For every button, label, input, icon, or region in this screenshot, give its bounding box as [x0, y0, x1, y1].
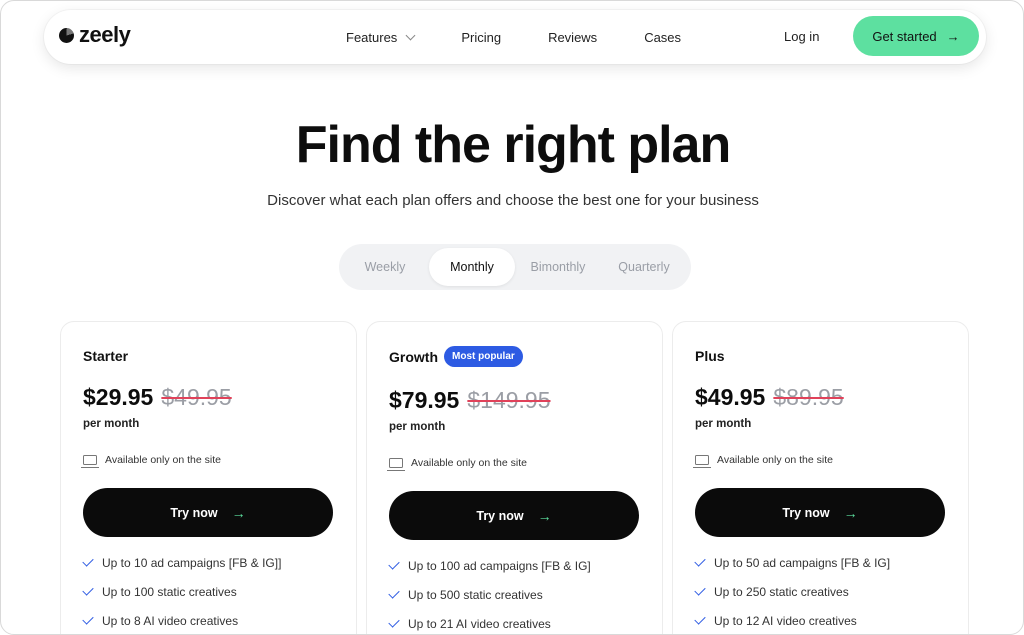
get-started-button[interactable]: Get started →: [853, 16, 979, 56]
try-now-label: Try now: [782, 505, 830, 520]
billing-period: per month: [389, 421, 446, 433]
feature-text: Up to 500 static creatives: [408, 587, 543, 602]
check-icon: [694, 613, 706, 625]
check-icon: [694, 584, 706, 596]
chevron-down-icon: [405, 30, 416, 40]
plan-card-growth: Growth Most popular $79.95 $149.95 per m…: [366, 321, 663, 634]
availability-text: Available only on the site: [717, 454, 833, 466]
tab-quarterly[interactable]: Quarterly: [601, 248, 687, 286]
availability-note: Available only on the site: [693, 454, 833, 468]
old-price: $149.95: [467, 387, 551, 413]
plan-header: Plus: [695, 348, 725, 364]
availability-text: Available only on the site: [411, 457, 527, 469]
billing-period: per month: [83, 418, 140, 430]
availability-text: Available only on the site: [105, 454, 221, 466]
price-row: $49.95 $89.95: [695, 384, 844, 411]
feature-text: Up to 50 ad campaigns [FB & IG]: [714, 555, 891, 570]
feature-item: Up to 12 AI video creatives: [694, 606, 890, 634]
try-now-label: Try now: [476, 508, 524, 523]
nav-link-cases[interactable]: Cases: [644, 30, 681, 45]
arrow-right-icon: →: [231, 504, 246, 521]
feature-list: Up to 10 ad campaigns [FB & IG]] Up to 1…: [82, 548, 282, 634]
feature-text: Up to 100 ad campaigns [FB & IG]: [408, 558, 591, 573]
top-nav: zeely Features Pricing Reviews Cases Log…: [44, 10, 986, 64]
billing-period-toggle: Weekly Monthly Bimonthly Quarterly: [339, 244, 691, 290]
availability-note: Available only on the site: [81, 454, 221, 468]
tab-monthly[interactable]: Monthly: [429, 248, 515, 286]
feature-text: Up to 12 AI video creatives: [714, 613, 857, 628]
laptop-icon: [693, 455, 711, 468]
plan-card-plus: Plus $49.95 $89.95 per month Available o…: [672, 321, 969, 634]
feature-item: Up to 500 static creatives: [388, 580, 591, 609]
nav-link-label: Cases: [644, 29, 682, 45]
feature-item: Up to 100 ad campaigns [FB & IG]: [388, 551, 591, 580]
logo-text: zeely: [79, 22, 131, 47]
try-now-button[interactable]: Try now →: [389, 491, 639, 540]
plan-header: Starter: [83, 348, 128, 364]
check-icon: [82, 584, 94, 596]
logo[interactable]: zeely: [59, 22, 131, 47]
nav-link-reviews[interactable]: Reviews: [548, 30, 597, 45]
nav-link-features[interactable]: Features: [346, 29, 416, 45]
tab-bimonthly[interactable]: Bimonthly: [519, 248, 597, 286]
feature-item: Up to 250 static creatives: [694, 577, 890, 606]
current-price: $79.95: [389, 387, 460, 413]
nav-link-label: Pricing: [461, 29, 502, 45]
feature-item: Up to 8 AI video creatives: [82, 606, 281, 634]
old-price: $89.95: [773, 384, 844, 410]
laptop-icon: [387, 458, 405, 471]
plan-name: Starter: [83, 348, 129, 364]
feature-text: Up to 21 AI video creatives: [408, 616, 551, 631]
tab-weekly[interactable]: Weekly: [345, 248, 425, 286]
feature-item: Up to 50 ad campaigns [FB & IG]: [694, 548, 891, 577]
nav-link-pricing[interactable]: Pricing: [461, 30, 501, 45]
page-subtitle: Discover what each plan offers and choos…: [267, 192, 759, 209]
old-price: $49.95: [161, 384, 232, 410]
logo-mark-icon: [59, 27, 74, 43]
feature-text: Up to 8 AI video creatives: [102, 613, 239, 628]
plan-name: Growth: [389, 348, 438, 365]
availability-note: Available only on the site: [387, 457, 527, 471]
check-icon: [388, 616, 400, 628]
page-frame: zeely Features Pricing Reviews Cases Log…: [0, 0, 1024, 635]
check-icon: [694, 555, 706, 567]
page-title: Find the right plan: [295, 116, 732, 174]
check-icon: [82, 555, 94, 567]
most-popular-badge: Most popular: [444, 346, 523, 367]
feature-list: Up to 100 ad campaigns [FB & IG] Up to 5…: [388, 551, 591, 634]
plan-card-starter: Starter $29.95 $49.95 per month Availabl…: [60, 321, 357, 634]
try-now-label: Try now: [170, 505, 218, 520]
current-price: $29.95: [83, 384, 154, 410]
nav-link-label: Features: [346, 29, 398, 45]
get-started-label: Get started: [872, 28, 937, 44]
login-link[interactable]: Log in: [784, 29, 819, 44]
check-icon: [388, 587, 400, 599]
feature-item: Up to 21 AI video creatives: [388, 609, 591, 634]
check-icon: [82, 613, 94, 625]
feature-list: Up to 50 ad campaigns [FB & IG] Up to 25…: [694, 548, 891, 634]
current-price: $49.95: [695, 384, 766, 410]
arrow-right-icon: →: [946, 28, 960, 44]
price-row: $79.95 $149.95: [389, 387, 551, 414]
plan-name: Plus: [695, 348, 725, 364]
feature-text: Up to 100 static creatives: [102, 584, 237, 599]
feature-item: Up to 10 ad campaigns [FB & IG]]: [82, 548, 282, 577]
try-now-button[interactable]: Try now →: [83, 488, 333, 537]
price-row: $29.95 $49.95: [83, 384, 232, 411]
feature-item: Up to 100 static creatives: [82, 577, 281, 606]
arrow-right-icon: →: [843, 504, 858, 521]
check-icon: [388, 558, 400, 570]
plan-header: Growth Most popular: [389, 346, 523, 367]
feature-text: Up to 10 ad campaigns [FB & IG]]: [102, 555, 282, 570]
laptop-icon: [81, 455, 99, 468]
try-now-button[interactable]: Try now →: [695, 488, 945, 537]
arrow-right-icon: →: [537, 507, 552, 524]
billing-period: per month: [695, 418, 752, 430]
feature-text: Up to 250 static creatives: [714, 584, 849, 599]
nav-link-label: Reviews: [548, 29, 598, 45]
nav-links: Features Pricing Reviews Cases: [346, 10, 728, 64]
